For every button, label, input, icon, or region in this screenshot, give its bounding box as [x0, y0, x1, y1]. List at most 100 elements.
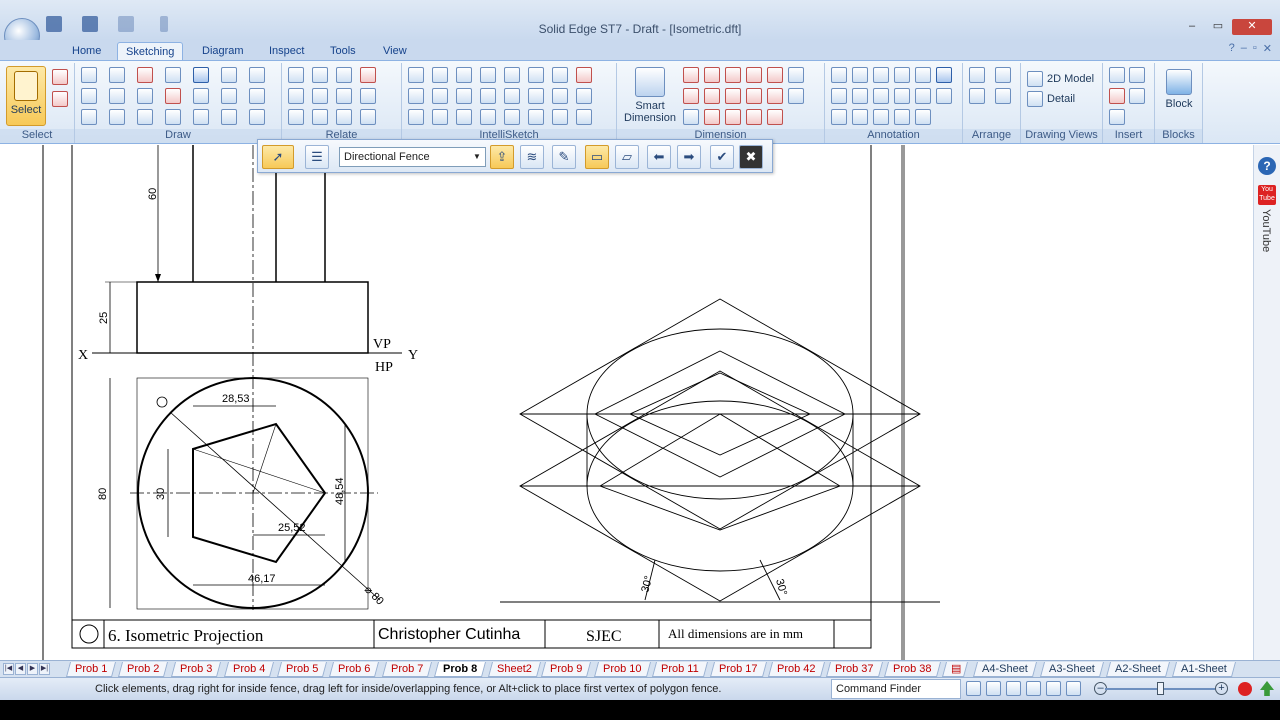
- help-icon[interactable]: ?: [1258, 157, 1276, 175]
- datum-icon[interactable]: [873, 88, 889, 104]
- block-button[interactable]: Block: [1159, 69, 1199, 110]
- youtube-icon[interactable]: You Tube: [1258, 185, 1276, 205]
- send-back-icon[interactable]: [995, 67, 1011, 83]
- rectangle-fence-button[interactable]: ▭: [585, 145, 609, 169]
- intellisketch-option-icon[interactable]: [504, 88, 520, 104]
- help-icon[interactable]: ?: [1229, 42, 1235, 55]
- options-button[interactable]: ☰: [305, 145, 329, 169]
- dimension-tool-icon[interactable]: [683, 88, 699, 104]
- accept-check-icon[interactable]: ✔: [710, 145, 734, 169]
- sheet-tab[interactable]: A4-Sheet: [972, 662, 1037, 677]
- intellisketch-option-icon[interactable]: [408, 109, 424, 125]
- rectangle-icon[interactable]: [81, 88, 97, 104]
- fence-mode-select[interactable]: Directional Fence ▼: [339, 147, 486, 167]
- zoom-in-icon[interactable]: +: [1215, 682, 1228, 695]
- sheet-tab[interactable]: Prob 6: [328, 662, 380, 677]
- intellisketch-option-icon[interactable]: [552, 88, 568, 104]
- bolt-hole-icon[interactable]: [936, 88, 952, 104]
- dimension-tool-icon[interactable]: [767, 109, 783, 125]
- record-icon[interactable]: [1238, 682, 1252, 696]
- split-icon[interactable]: [221, 88, 237, 104]
- dimension-tool-icon[interactable]: [725, 67, 741, 83]
- sheet-tab[interactable]: Prob 2: [117, 662, 169, 677]
- drawing-canvas[interactable]: 6. Isometric Projection Christopher Cuti…: [0, 145, 1253, 660]
- centerline-icon[interactable]: [915, 88, 931, 104]
- intellisketch-option-icon[interactable]: [432, 109, 448, 125]
- text-frame-icon[interactable]: [1109, 67, 1125, 83]
- collinear-icon[interactable]: [336, 109, 352, 125]
- chamfer-icon[interactable]: [249, 88, 265, 104]
- dimension-tool-icon[interactable]: [704, 67, 720, 83]
- fill-icon[interactable]: [193, 67, 209, 83]
- connect-icon[interactable]: [288, 67, 304, 83]
- minimize-button[interactable]: –: [1180, 19, 1204, 35]
- intellisketch-option-icon[interactable]: [432, 67, 448, 83]
- pattern-icon[interactable]: [193, 109, 209, 125]
- symmetric-icon[interactable]: [312, 109, 328, 125]
- offset-icon[interactable]: [165, 67, 181, 83]
- tab-home[interactable]: Home: [64, 42, 109, 60]
- intellisketch-option-icon[interactable]: [504, 67, 520, 83]
- first-sheet-button[interactable]: |◀: [3, 663, 14, 675]
- sheet-tab[interactable]: A3-Sheet: [1039, 662, 1104, 677]
- curve-icon[interactable]: [109, 88, 125, 104]
- intellisketch-option-icon[interactable]: [408, 88, 424, 104]
- dimension-tool-icon[interactable]: [704, 109, 720, 125]
- close-button[interactable]: ✕: [1232, 19, 1272, 35]
- chamfer-dim-icon[interactable]: [894, 109, 910, 125]
- intellisketch-option-icon[interactable]: [456, 67, 472, 83]
- arc-icon[interactable]: [109, 67, 125, 83]
- sheet-tab[interactable]: Prob 1: [65, 662, 117, 677]
- center-mark-icon[interactable]: [936, 67, 952, 83]
- youtube-label[interactable]: YouTube: [1260, 209, 1272, 252]
- rotate-icon[interactable]: [165, 109, 181, 125]
- zoom-slider-thumb[interactable]: [1157, 682, 1164, 695]
- rigid-set-icon[interactable]: [360, 88, 376, 104]
- sheet-icon-tab[interactable]: ▤: [941, 662, 969, 677]
- perpendicular-icon[interactable]: [336, 88, 352, 104]
- smart-dimension-button[interactable]: Smart Dimension: [621, 67, 679, 124]
- maximize-button[interactable]: ▭: [1206, 19, 1230, 35]
- dimension-tool-icon[interactable]: [683, 67, 699, 83]
- sheet-tab[interactable]: Prob 3: [170, 662, 222, 677]
- maintain-icon[interactable]: [360, 109, 376, 125]
- command-finder-input[interactable]: Command Finder: [831, 679, 961, 699]
- dimension-tool-icon[interactable]: [746, 67, 762, 83]
- sheet-tab[interactable]: Prob 9: [540, 662, 592, 677]
- sheet-tab[interactable]: A2-Sheet: [1105, 662, 1170, 677]
- hatch-icon[interactable]: [193, 88, 209, 104]
- intellisketch-option-icon[interactable]: [480, 88, 496, 104]
- 2d-model-button[interactable]: 2D Model: [1027, 71, 1094, 87]
- lightbulb-icon[interactable]: [576, 67, 592, 83]
- mirror-icon[interactable]: [249, 67, 265, 83]
- symbol-icon[interactable]: [1109, 109, 1125, 125]
- dimension-tool-icon[interactable]: [746, 88, 762, 104]
- connector-icon[interactable]: [873, 109, 889, 125]
- intellisketch-option-icon[interactable]: [576, 88, 592, 104]
- next-arrow-icon[interactable]: ➡: [677, 145, 701, 169]
- intellisketch-option-icon[interactable]: [528, 88, 544, 104]
- sheet-tab[interactable]: Prob 7: [381, 662, 433, 677]
- highlight-button[interactable]: ✎: [552, 145, 576, 169]
- dimension-tool-icon[interactable]: [704, 88, 720, 104]
- xy-icon[interactable]: [221, 109, 237, 125]
- bring-front-icon[interactable]: [969, 67, 985, 83]
- intellisketch-option-icon[interactable]: [480, 67, 496, 83]
- fit-icon[interactable]: [1046, 681, 1061, 696]
- tab-sketching[interactable]: Sketching: [117, 42, 184, 60]
- group-icon[interactable]: [969, 88, 985, 104]
- select-tools-icon[interactable]: [52, 91, 68, 107]
- sheet-tab[interactable]: Prob 42: [767, 662, 825, 677]
- edge-icon[interactable]: [852, 88, 868, 104]
- refresh-icon[interactable]: [966, 681, 981, 696]
- cross-icon[interactable]: [915, 109, 931, 125]
- dimension-tool-icon[interactable]: [725, 88, 741, 104]
- intellisketch-option-icon[interactable]: [432, 88, 448, 104]
- tangent-icon[interactable]: [288, 109, 304, 125]
- sheet-tab[interactable]: A1-Sheet: [1171, 662, 1236, 677]
- doc-close-button[interactable]: ✕: [1263, 42, 1272, 55]
- select-button[interactable]: Select: [6, 66, 46, 126]
- select-inside-button[interactable]: ⇪: [490, 145, 514, 169]
- cancel-x-icon[interactable]: ✖: [739, 145, 763, 169]
- intellisketch-option-icon[interactable]: [456, 109, 472, 125]
